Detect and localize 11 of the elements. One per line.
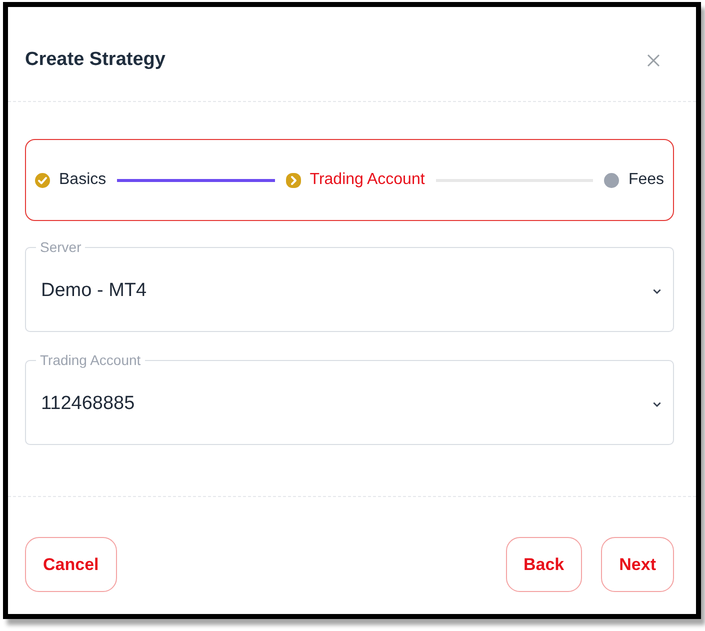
step-label: Trading Account: [310, 170, 425, 190]
dialog-title: Create Strategy: [25, 48, 166, 72]
chevron-down-icon: [653, 289, 661, 294]
footer-button[interactable]: Next: [601, 537, 674, 592]
step-label: Basics: [59, 170, 106, 190]
step-label: Fees: [628, 170, 664, 190]
close-button[interactable]: [646, 53, 660, 67]
footer-button[interactable]: Cancel: [25, 537, 117, 592]
footer-button[interactable]: Back: [506, 537, 582, 592]
close-icon: [646, 54, 660, 66]
chevron-down-icon: [653, 402, 661, 407]
